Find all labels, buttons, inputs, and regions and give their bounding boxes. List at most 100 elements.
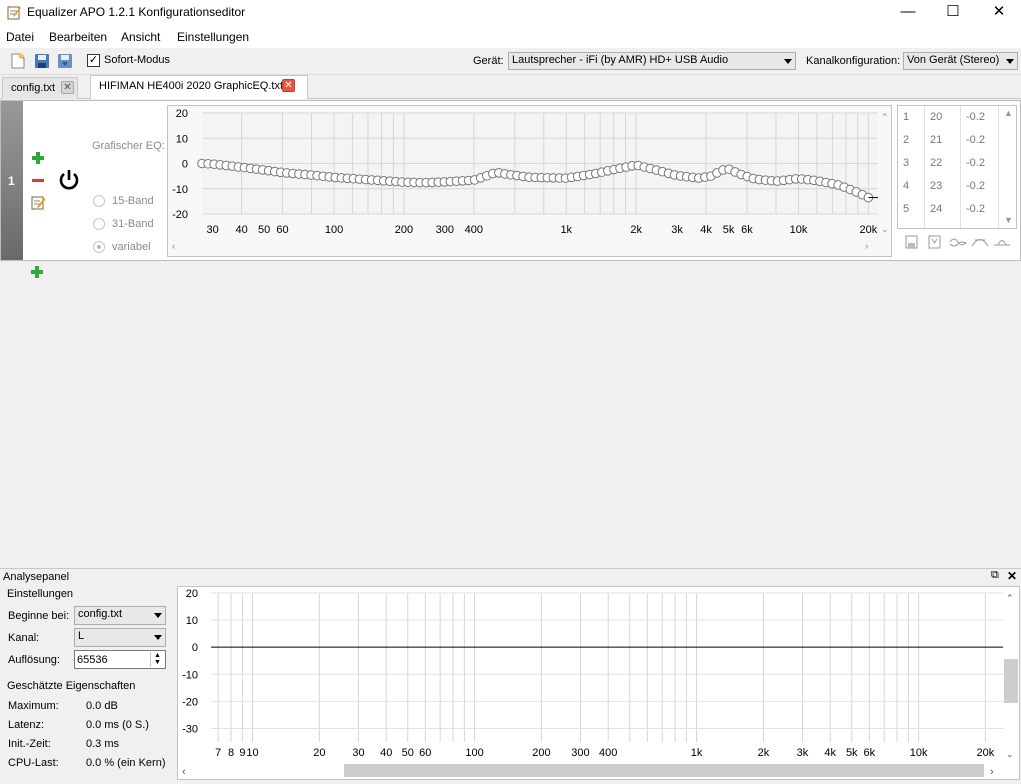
row-gain[interactable]: -0.2 — [966, 111, 985, 123]
minimize-button[interactable]: — — [885, 0, 931, 26]
menu-einstellungen[interactable]: Einstellungen — [177, 30, 249, 44]
row-index: 5 — [903, 203, 910, 215]
y-tick-label: -20 — [172, 209, 188, 221]
y-tick-label: 20 — [176, 108, 188, 120]
device-select[interactable]: Lautsprecher - iFi (by AMR) HD+ USB Audi… — [508, 52, 796, 70]
x-tick-label: 5k — [723, 224, 735, 236]
sofort-modus-checkbox[interactable]: ✓ — [87, 54, 100, 67]
channel-config-value: Von Gerät (Stereo) — [907, 54, 1000, 66]
settings-section-label: Einstellungen — [7, 588, 74, 600]
eq-graph-canvas[interactable]: 20100-10-2030 40 50 60 100 200 300 400 1k 2k 3k 4k 5… — [168, 106, 893, 258]
x-tick-label: 8 — [228, 747, 234, 759]
radio-31-band-label: 31-Band — [112, 218, 154, 230]
chevron-down-icon — [784, 59, 792, 64]
channel-config-select[interactable]: Von Gerät (Stereo) — [903, 52, 1018, 70]
eq-graph[interactable]: 20 10 0 -10 -20 30 40 50 60 100 200 300 400 1k 2k 3k 4k 5… — [167, 105, 892, 257]
y-tick-label: -10 — [182, 669, 198, 681]
table-row[interactable]: 5 24 -0.2 — [898, 198, 1018, 221]
table-divider — [924, 106, 925, 228]
menu-bearbeiten[interactable]: Bearbeiten — [49, 30, 107, 44]
save-as-icon[interactable] — [56, 52, 74, 70]
table-scroll-down-icon[interactable]: ▼ — [1004, 215, 1013, 225]
filter-number[interactable]: 1 — [1, 101, 23, 260]
x-tick-label: 30 — [207, 224, 219, 236]
sofort-modus-label: Sofort-Modus — [104, 54, 171, 66]
minus-icon[interactable] — [31, 174, 45, 188]
scroll-down-icon: ⌄ — [1006, 749, 1014, 759]
tab-hifiman-close-icon[interactable]: ✕ — [282, 79, 295, 92]
table-clear-icon[interactable] — [903, 235, 921, 249]
resolution-spinbox[interactable]: 65536 ▲ ▼ — [74, 650, 166, 669]
x-tick-label: 4k — [700, 224, 712, 236]
tab-config-close-icon[interactable]: ✕ — [61, 81, 74, 94]
x-tick-label: 3k — [671, 224, 683, 236]
new-file-icon[interactable] — [9, 52, 27, 70]
row-gain[interactable]: -0.2 — [966, 203, 985, 215]
row-freq[interactable]: 22 — [930, 157, 942, 169]
radio-15-band[interactable] — [93, 195, 105, 207]
add-filter-plus-icon[interactable] — [30, 265, 44, 279]
row-freq[interactable]: 23 — [930, 180, 942, 192]
x-tick-label: 9 — [239, 747, 245, 759]
row-freq[interactable]: 21 — [930, 134, 942, 146]
filter-block: 1 Grafischer EQ: 15-Band 31-Band variabe… — [0, 100, 1021, 261]
table-reset-icon[interactable] — [993, 235, 1011, 249]
h-scroll-thumb — [344, 764, 984, 777]
row-gain[interactable]: -0.2 — [966, 180, 985, 192]
row-freq[interactable]: 20 — [930, 111, 942, 123]
table-divider — [960, 106, 961, 228]
table-row[interactable]: 1 20 -0.2 — [898, 106, 1018, 129]
menu-datei[interactable]: Datei — [6, 30, 34, 44]
scroll-up-icon: ⌃ — [881, 112, 889, 122]
row-gain[interactable]: -0.2 — [966, 134, 985, 146]
row-gain[interactable]: -0.2 — [966, 157, 985, 169]
table-normalize-icon[interactable] — [971, 235, 989, 249]
power-icon[interactable] — [57, 168, 81, 192]
resolution-label: Auflösung: — [8, 654, 60, 666]
y-tick-label: 0 — [192, 642, 198, 654]
x-tick-label: 1k — [560, 224, 572, 236]
menu-ansicht[interactable]: Ansicht — [121, 30, 160, 44]
tab-label: config.txt — [11, 82, 56, 94]
start-select[interactable]: config.txt — [74, 606, 166, 625]
close-button[interactable]: ✕ — [976, 0, 1021, 26]
x-tick-label: 30 — [352, 747, 364, 759]
prop-value: 0.0 ms (0 S.) — [86, 719, 149, 731]
filter-table[interactable]: 1 20 -0.2 2 21 -0.2 3 22 -0.2 4 23 -0.2 … — [897, 105, 1017, 229]
prop-label: Latenz: — [8, 719, 45, 731]
x-tick-label: 100 — [465, 747, 483, 759]
tab-bar: config.txt ✕ HIFIMAN HE400i 2020 Graphic… — [0, 75, 1021, 99]
prop-value: 0.3 ms — [86, 738, 120, 750]
table-row[interactable]: 4 23 -0.2 — [898, 175, 1018, 198]
radio-variabel[interactable] — [93, 241, 105, 253]
table-scroll-up-icon[interactable]: ▲ — [1004, 108, 1013, 118]
analysis-graph[interactable]: 20 10 0 -10 -20 -30 7 8 9 10 20 30 40 50 60 100 200 300 40… — [177, 586, 1020, 780]
save-icon[interactable] — [33, 52, 51, 70]
app-icon — [7, 6, 21, 20]
float-icon[interactable]: ⧉ — [991, 569, 999, 582]
close-icon[interactable]: ✕ — [1007, 569, 1017, 583]
table-save-icon[interactable] — [926, 235, 944, 249]
filter-number-label: 1 — [8, 174, 15, 188]
analysis-graph-canvas[interactable]: 20100-10-20-307 8 9 10 20 30 40 50 60 100 200 300 40… — [178, 587, 1021, 781]
plus-icon[interactable] — [31, 151, 45, 165]
channel-select[interactable]: L — [74, 628, 166, 647]
maximize-button[interactable]: ☐ — [930, 0, 976, 26]
x-tick-label: 40 — [380, 747, 392, 759]
radio-31-band[interactable] — [93, 218, 105, 230]
x-tick-label: 10k — [790, 224, 808, 236]
table-row[interactable]: 3 22 -0.2 — [898, 152, 1018, 175]
table-row[interactable]: 2 21 -0.2 — [898, 129, 1018, 152]
row-freq[interactable]: 24 — [930, 203, 942, 215]
tab-label: HIFIMAN HE400i 2020 GraphicEQ.txt — [99, 80, 284, 92]
prop-value: 0.0 % (ein Kern) — [86, 757, 166, 769]
edit-icon[interactable] — [31, 195, 46, 210]
spin-arrows-icon[interactable]: ▲ ▼ — [150, 652, 164, 667]
y-tick-label: 10 — [186, 615, 198, 627]
table-invert-icon[interactable] — [949, 235, 967, 249]
row-index: 2 — [903, 134, 910, 146]
x-tick-label: 20k — [860, 224, 878, 236]
tab-hifiman[interactable]: HIFIMAN HE400i 2020 GraphicEQ.txt — [90, 75, 308, 99]
x-tick-label: 2k — [630, 224, 642, 236]
x-tick-label: 2k — [758, 747, 770, 759]
